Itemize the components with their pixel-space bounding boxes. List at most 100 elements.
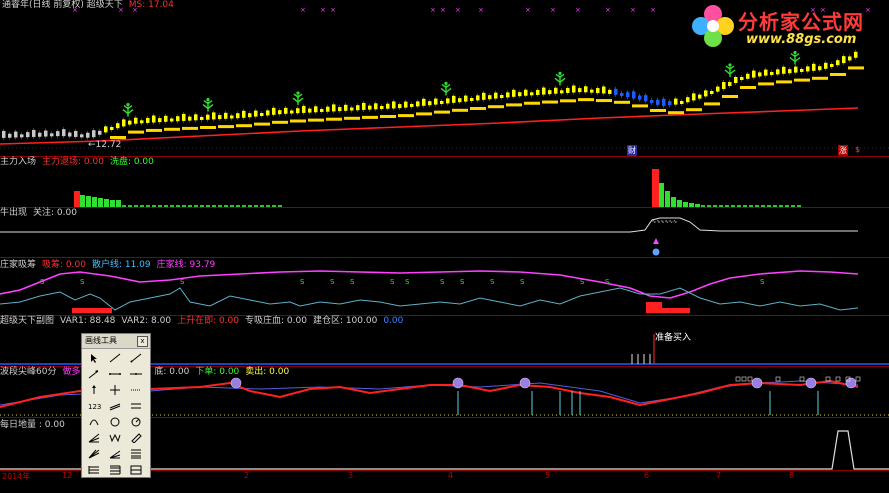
- manager-canvas[interactable]: SSSSSSSSSSSSSSS: [0, 258, 889, 315]
- text-tool[interactable]: 123: [85, 399, 103, 413]
- fibonacci-tool[interactable]: [127, 447, 145, 461]
- top-x-marker: ×: [330, 6, 336, 14]
- step-bar: [146, 128, 162, 132]
- step-bar: [182, 126, 198, 130]
- square-marker: [799, 376, 805, 382]
- candle-body: [344, 104, 348, 111]
- step-bar: [272, 120, 288, 124]
- plant-icon: [202, 98, 214, 112]
- main-force-canvas[interactable]: [0, 157, 889, 207]
- step-bar: [740, 86, 756, 89]
- top-x-marker: ×: [630, 6, 636, 14]
- wave-tool[interactable]: [106, 431, 124, 445]
- candle-body: [158, 118, 162, 123]
- drawing-toolbox[interactable]: 画线工具 x 123: [81, 333, 151, 491]
- top-x-marker: ×: [455, 6, 461, 14]
- fibonacci-time-tool[interactable]: [127, 479, 145, 493]
- candle-body: [434, 98, 438, 105]
- candle-body: [308, 108, 312, 113]
- candle-body: [350, 107, 354, 111]
- toolbox-title-bar[interactable]: 画线工具 x: [82, 334, 150, 349]
- select-arrow-tool[interactable]: [85, 351, 103, 365]
- candle-body: [68, 132, 72, 137]
- cycle-lines-tool[interactable]: [106, 479, 124, 493]
- step-bar: [524, 101, 540, 105]
- channel-tool[interactable]: [106, 399, 124, 413]
- bull-canvas[interactable]: ∿∿∿∿∿∿: [0, 208, 889, 256]
- date-label: 5: [545, 471, 551, 480]
- wave-cyan-ticks: [457, 391, 819, 415]
- candle-body: [584, 86, 588, 93]
- parallel-tool[interactable]: [127, 399, 145, 413]
- bull-panel[interactable]: 牛出现 关注: 0.00 ∿∿∿∿∿∿: [0, 208, 889, 256]
- candle-body: [92, 130, 96, 138]
- site-logo: 分析家公式网 www.88gs.com: [688, 2, 888, 50]
- candle-body: [284, 107, 288, 114]
- arc-tool[interactable]: [85, 415, 103, 429]
- low-price-label: ←12.72: [88, 140, 122, 150]
- plant-top: [126, 103, 130, 107]
- dotted-line-tool[interactable]: [127, 383, 145, 397]
- candle-body: [302, 105, 306, 113]
- dollar-marker: $: [855, 145, 861, 154]
- step-bar: [596, 99, 612, 103]
- candle-body: [38, 132, 42, 137]
- fan-tool[interactable]: [85, 431, 103, 445]
- finance-marker[interactable]: 财: [627, 145, 637, 156]
- limit-up-marker[interactable]: 涨: [838, 145, 848, 156]
- step-bar: [452, 108, 468, 112]
- line-tool[interactable]: [106, 351, 124, 365]
- s-marker: S: [180, 278, 185, 286]
- golden-ratio-tool[interactable]: [106, 463, 124, 477]
- toolbox-close-button[interactable]: x: [137, 336, 148, 347]
- candle-body: [728, 82, 732, 86]
- s-marker: S: [460, 278, 465, 286]
- arrow-line-tool[interactable]: [85, 367, 103, 381]
- candle-body: [440, 101, 444, 104]
- bull-circle: [652, 248, 660, 256]
- logo-title: 分析家公式网: [738, 10, 864, 34]
- signal-plant-icons: [122, 50, 801, 117]
- candle-body: [290, 110, 294, 114]
- s-marker: S: [40, 278, 45, 286]
- circle-tool[interactable]: [106, 415, 124, 429]
- candle-body: [542, 87, 546, 95]
- ray-tool[interactable]: [127, 351, 145, 365]
- speed-line-tool[interactable]: [106, 447, 124, 461]
- percent-tool[interactable]: [85, 463, 103, 477]
- s-marker: S: [405, 278, 410, 286]
- horizontal-segment-tool[interactable]: [106, 367, 124, 381]
- candle-body: [260, 113, 264, 116]
- step-bar: [794, 78, 810, 82]
- candle-body: [770, 72, 774, 75]
- step-bar: [776, 80, 792, 84]
- candle-body: [626, 92, 630, 98]
- cycle-tool[interactable]: [127, 415, 145, 429]
- plant-top: [728, 63, 732, 67]
- candle-body: [746, 73, 750, 79]
- candle-body: [122, 119, 126, 127]
- box-tool[interactable]: [127, 463, 145, 477]
- candle-body: [524, 89, 528, 96]
- vertical-arrow-tool[interactable]: [85, 383, 103, 397]
- candle-body: [80, 134, 84, 138]
- candle-body: [338, 107, 342, 112]
- candle-body: [170, 118, 174, 122]
- main-force-panel[interactable]: 主力入场 主力退场: 0.00 洗盘: 0.00: [0, 157, 889, 207]
- cross-tool[interactable]: [106, 383, 124, 397]
- step-bar: [434, 110, 450, 114]
- manager-panel[interactable]: 庄家吸筹 吸筹: 0.00 散户线: 11.09 庄家线: 93.79 SSSSSSS…: [0, 258, 889, 315]
- candle-body: [194, 114, 198, 121]
- gann-tool[interactable]: [85, 447, 103, 461]
- candle-body: [374, 103, 378, 110]
- candle-body: [566, 87, 570, 93]
- time-zone-tool[interactable]: [85, 479, 103, 493]
- absorb-block: [662, 308, 690, 313]
- candle-body: [8, 133, 12, 138]
- pen-tool[interactable]: [127, 431, 145, 445]
- step-bar: [308, 118, 324, 122]
- purple-marker: [845, 377, 857, 389]
- bar-green: [677, 200, 682, 207]
- candle-body: [668, 101, 672, 106]
- horizontal-line-tool[interactable]: [127, 367, 145, 381]
